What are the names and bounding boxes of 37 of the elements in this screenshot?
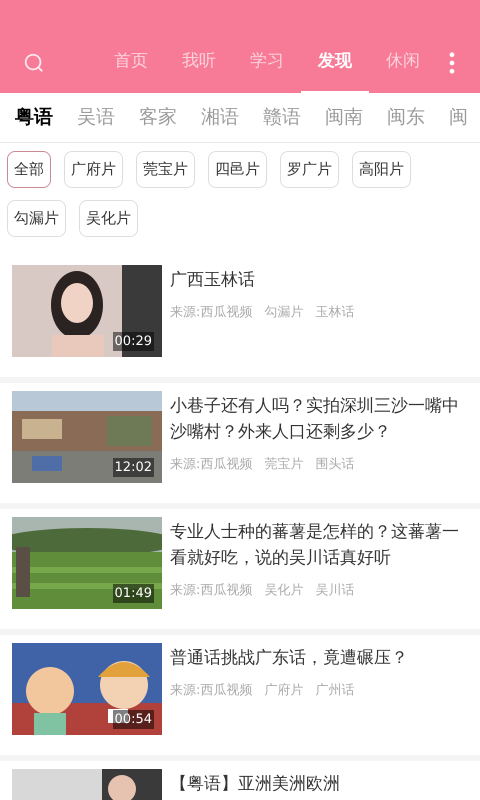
duration-label: 00:54 — [112, 710, 154, 729]
dialect-tag: 玉林话 — [315, 303, 354, 322]
video-title: 普通话挑战广东话，竟遭碾压？ — [170, 647, 408, 670]
video-item[interactable]: 00:29 广西玉林话 来源:西瓜视频 勾漏片 玉林话 — [0, 257, 480, 383]
source-label: 来源:西瓜视频 — [170, 304, 252, 322]
video-item[interactable]: 01:49 专业人士种的蕃薯是怎样的？这蕃薯一看就好吃，说的吴川话真好听 来源:西瓜视频 吴化片 吴川话 — [0, 509, 480, 635]
region-tag: 广府片 — [264, 681, 304, 700]
filter-chip[interactable]: 高阳片 — [352, 151, 411, 188]
filter-chip[interactable]: 罗广片 — [280, 151, 339, 188]
video-title: 广西玉林话 — [170, 269, 256, 292]
dialect-tag: 广州话 — [315, 681, 354, 700]
filter-chip[interactable]: 四邑片 — [208, 151, 267, 188]
video-item[interactable]: 12:02 小巷子还有人吗？实拍深圳三沙一嘴中沙嘴村？外来人口还剩多少？ 来源:西瓜视频 莞宝片 围头话 — [0, 383, 480, 509]
region-tag: 勾漏片 — [264, 303, 304, 322]
source-label: 来源:西瓜视频 — [170, 456, 252, 474]
filter-chip[interactable]: 莞宝片 — [136, 151, 195, 188]
filter-chip[interactable]: 广府片 — [64, 151, 123, 188]
video-item[interactable]: 00:54 普通话挑战广东话，竟遭碾压？ 来源:西瓜视频 广府片 广州话 — [0, 635, 480, 761]
dialect-tab[interactable]: 粤语 — [15, 103, 53, 132]
dialect-tag: 围头话 — [315, 455, 354, 474]
video-title: 专业人士种的蕃薯是怎样的？这蕃薯一看就好吃，说的吴川话真好听 — [170, 521, 460, 570]
region-tag: 莞宝片 — [264, 455, 304, 474]
video-title: 小巷子还有人吗？实拍深圳三沙一嘴中沙嘴村？外来人口还剩多少？ — [170, 395, 460, 444]
video-title: 【粤语】亚洲美洲欧洲 — [170, 773, 340, 796]
video-item[interactable]: 【粤语】亚洲美洲欧洲 — [0, 761, 480, 800]
filter-chip[interactable]: 勾漏片 — [7, 200, 66, 237]
duration-label: 12:02 — [112, 458, 154, 477]
region-tag: 吴化片 — [264, 581, 304, 600]
duration-label: 00:29 — [112, 332, 154, 351]
dialect-tag: 吴川话 — [315, 581, 354, 600]
source-label: 来源:西瓜视频 — [170, 582, 252, 600]
search-icon[interactable] — [23, 52, 45, 74]
filter-chip[interactable]: 吴化片 — [79, 200, 138, 237]
source-label: 来源:西瓜视频 — [170, 682, 252, 700]
filter-chip[interactable]: 全部 — [7, 151, 51, 188]
more-icon[interactable] — [449, 52, 455, 74]
duration-label: 01:49 — [112, 584, 154, 603]
